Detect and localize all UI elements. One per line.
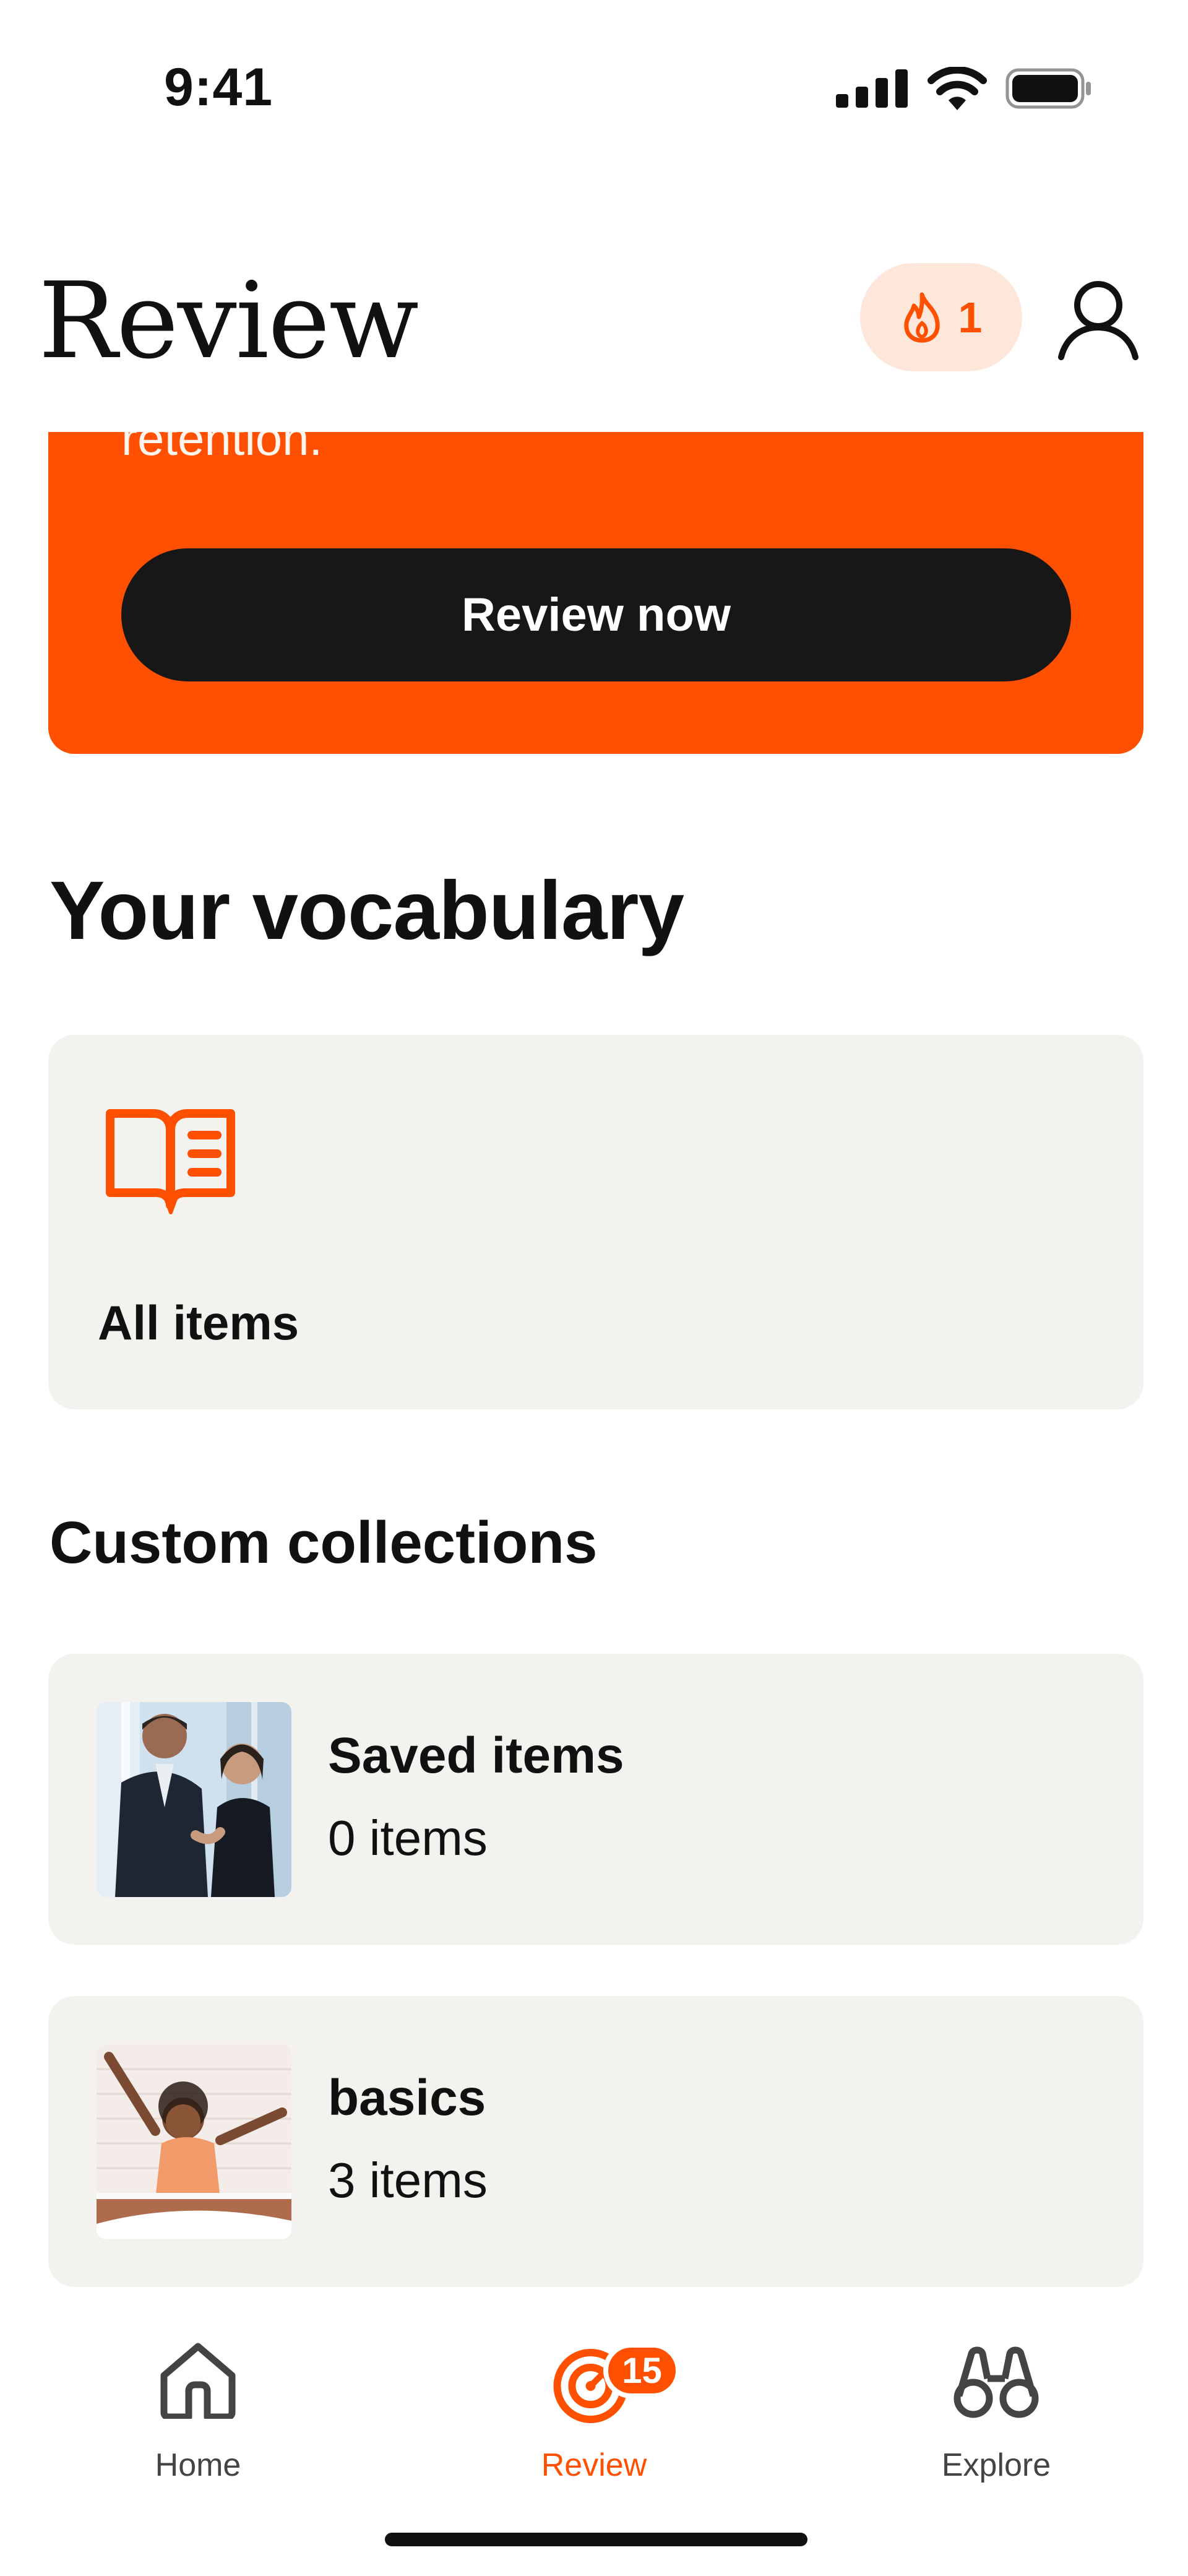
collection-thumbnail — [97, 1702, 291, 1897]
open-book-icon — [106, 1109, 235, 1214]
cellular-signal-icon — [836, 69, 908, 108]
review-screen: 9:41 Review 1 retention. Review now Your… — [0, 0, 1188, 2576]
home-indicator[interactable] — [385, 2533, 807, 2546]
streak-button[interactable]: 1 — [860, 263, 1022, 371]
collection-card-saved-items[interactable]: Saved items 0 items — [48, 1654, 1143, 1945]
tab-explore[interactable]: Explore — [872, 2341, 1120, 2490]
collection-name: basics — [328, 2070, 486, 2126]
tab-label: Review — [541, 2447, 647, 2483]
collection-name: Saved items — [328, 1727, 624, 1784]
collection-count: 0 items — [328, 1810, 488, 1865]
business-people-photo — [97, 1702, 291, 1897]
tab-review[interactable]: Review — [470, 2341, 718, 2490]
binoculars-icon — [953, 2346, 1039, 2418]
streak-count: 1 — [958, 293, 983, 342]
tab-home[interactable]: Home — [74, 2341, 322, 2490]
flame-icon — [903, 292, 940, 342]
all-items-card[interactable]: All items — [48, 1035, 1143, 1409]
all-items-label: All items — [98, 1295, 299, 1350]
status-time: 9:41 — [164, 58, 273, 117]
review-badge: 15 — [603, 2343, 681, 2398]
collection-count: 3 items — [328, 2153, 488, 2208]
home-icon — [160, 2343, 236, 2419]
collection-card-basics[interactable]: basics 3 items — [48, 1996, 1143, 2287]
battery-icon — [1005, 68, 1091, 109]
profile-button[interactable] — [1055, 275, 1142, 362]
tab-label: Home — [155, 2447, 241, 2483]
wifi-icon — [928, 67, 987, 110]
vocabulary-heading: Your vocabulary — [50, 865, 684, 957]
tab-label: Explore — [941, 2447, 1051, 2483]
review-banner: retention. Review now — [48, 432, 1143, 754]
banner-text: retention. — [121, 432, 323, 465]
custom-collections-heading: Custom collections — [50, 1510, 598, 1576]
review-now-button[interactable]: Review now — [121, 548, 1071, 681]
status-icons — [836, 67, 1092, 110]
woman-stretching-photo — [97, 2044, 291, 2239]
profile-icon — [1058, 281, 1138, 360]
collection-thumbnail — [97, 2044, 291, 2239]
page-title: Review — [38, 260, 419, 383]
